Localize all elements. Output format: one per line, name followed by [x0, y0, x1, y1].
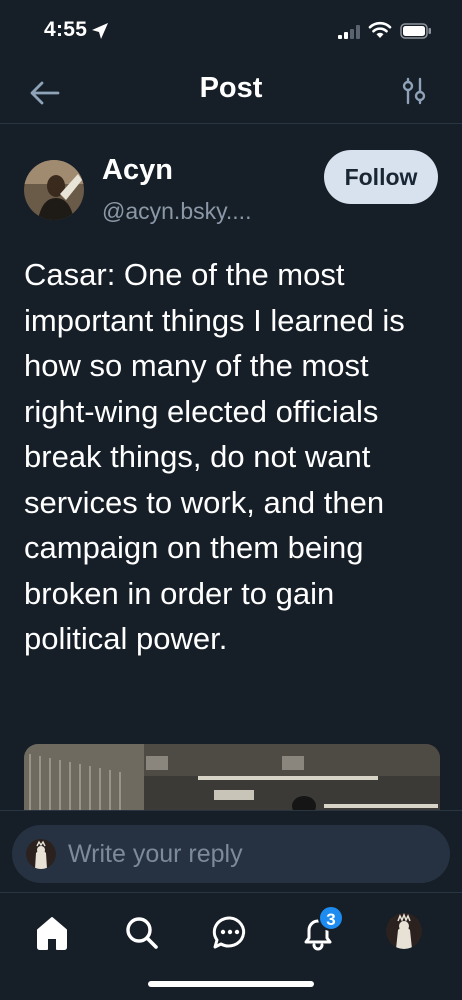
signal-icon — [338, 25, 360, 39]
sliders-icon[interactable] — [400, 76, 428, 106]
location-arrow-icon — [92, 23, 108, 39]
user-avatar — [26, 839, 56, 869]
notifications-badge: 3 — [318, 905, 344, 931]
home-indicator — [148, 981, 314, 987]
status-bar: 4:55 — [0, 0, 462, 62]
author-handle[interactable]: @acyn.bsky.... — [102, 198, 251, 225]
battery-icon — [400, 23, 431, 39]
author-name[interactable]: Acyn — [102, 154, 173, 187]
chat-icon[interactable] — [210, 913, 250, 953]
follow-button[interactable]: Follow — [324, 150, 438, 204]
post-thread-item: Acyn @acyn.bsky.... Follow Casar: One of… — [0, 124, 462, 810]
tab-bar: 3 — [0, 892, 462, 1000]
header: Post — [0, 62, 462, 124]
post-text: Casar: One of the most important things … — [24, 257, 405, 656]
home-icon[interactable] — [32, 913, 72, 953]
wifi-icon — [368, 21, 392, 38]
profile-avatar[interactable] — [386, 913, 422, 949]
status-time: 4:55 — [44, 18, 88, 41]
page-title: Post — [199, 72, 263, 104]
reply-input[interactable]: Write your reply — [12, 825, 450, 883]
reply-placeholder: Write your reply — [68, 840, 243, 868]
post-video-thumbnail[interactable] — [24, 744, 440, 810]
search-icon[interactable] — [122, 913, 162, 953]
author-avatar[interactable] — [24, 160, 84, 220]
reply-bar: Write your reply — [0, 810, 462, 892]
